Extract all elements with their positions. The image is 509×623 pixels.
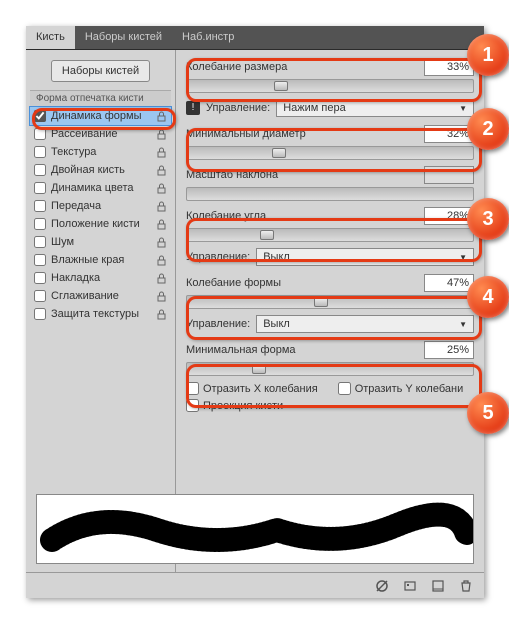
tilt-scale-label: Масштаб наклона [186, 169, 278, 181]
trash-icon[interactable] [458, 578, 474, 594]
size-jitter-value[interactable] [424, 58, 474, 76]
control-label: Управление: [206, 102, 270, 114]
sidebar-item-8[interactable]: Влажные края [30, 251, 171, 269]
tab-tools[interactable]: Наб.инстр [172, 26, 244, 49]
brush-projection-checkbox[interactable]: Проекция кисти [186, 399, 283, 412]
angle-jitter-slider[interactable] [186, 228, 474, 242]
callout-1: 1 [467, 34, 509, 76]
sidebar-item-2[interactable]: Текстура [30, 143, 171, 161]
tab-bar: Кисть Наборы кистей Наб.инстр [26, 26, 484, 50]
sidebar-item-5[interactable]: Передача [30, 197, 171, 215]
option-checkbox[interactable] [34, 236, 46, 248]
size-jitter-slider[interactable] [186, 79, 474, 93]
option-label: Рассеивание [51, 128, 151, 140]
callout-2: 2 [467, 108, 509, 150]
option-label: Передача [51, 200, 151, 212]
panel-footer [26, 572, 484, 598]
control-select-2[interactable]: Выкл▼ [256, 248, 474, 266]
sidebar-item-10[interactable]: Сглаживание [30, 287, 171, 305]
shape-header[interactable]: Форма отпечатка кисти [30, 90, 171, 107]
roundness-jitter-label: Колебание формы [186, 277, 281, 289]
sidebar-item-3[interactable]: Двойная кисть [30, 161, 171, 179]
option-checkbox[interactable] [34, 308, 46, 320]
callout-4: 4 [467, 276, 509, 318]
sidebar-item-4[interactable]: Динамика цвета [30, 179, 171, 197]
min-roundness-slider[interactable] [186, 362, 474, 376]
brush-panel: Кисть Наборы кистей Наб.инстр Наборы кис… [26, 26, 484, 598]
option-label: Положение кисти [51, 218, 151, 230]
option-label: Динамика цвета [51, 182, 151, 194]
option-checkbox[interactable] [34, 146, 46, 158]
control-select-3[interactable]: Выкл▼ [256, 315, 474, 333]
option-label: Динамика формы [51, 110, 151, 122]
min-diameter-slider[interactable] [186, 146, 474, 160]
option-checkbox[interactable] [34, 164, 46, 176]
control-label-2: Управление: [186, 251, 250, 263]
option-checkbox[interactable] [34, 200, 46, 212]
tilt-scale-value [424, 166, 474, 184]
sidebar-item-0[interactable]: Динамика формы [30, 107, 171, 125]
option-checkbox[interactable] [34, 218, 46, 230]
option-label: Шум [51, 236, 151, 248]
tilt-scale-slider [186, 187, 474, 201]
new-preset-icon[interactable] [402, 578, 418, 594]
roundness-jitter-slider[interactable] [186, 295, 474, 309]
option-label: Накладка [51, 272, 151, 284]
toggle-preview-icon[interactable] [374, 578, 390, 594]
min-diameter-label: Минимальный диаметр [186, 128, 306, 140]
sidebar-item-9[interactable]: Накладка [30, 269, 171, 287]
control-select-1[interactable]: Нажим пера▼ [276, 99, 474, 117]
option-checkbox[interactable] [34, 128, 46, 140]
roundness-jitter-value[interactable] [424, 274, 474, 292]
option-checkbox[interactable] [34, 110, 46, 122]
option-label: Сглаживание [51, 290, 151, 302]
sidebar-item-1[interactable]: Рассеивание [30, 125, 171, 143]
option-checkbox[interactable] [34, 290, 46, 302]
callout-3: 3 [467, 198, 509, 240]
option-checkbox[interactable] [34, 182, 46, 194]
option-label: Защита текстуры [51, 308, 151, 320]
option-label: Текстура [51, 146, 151, 158]
brush-presets-button[interactable]: Наборы кистей [51, 60, 150, 82]
sidebar-item-6[interactable]: Положение кисти [30, 215, 171, 233]
angle-jitter-label: Колебание угла [186, 210, 266, 222]
create-brush-icon[interactable] [430, 578, 446, 594]
control-label-3: Управление: [186, 318, 250, 330]
option-checkbox[interactable] [34, 272, 46, 284]
min-roundness-label: Минимальная форма [186, 344, 296, 356]
flip-x-checkbox[interactable]: Отразить X колебания [186, 382, 318, 395]
option-checkbox[interactable] [34, 254, 46, 266]
warning-icon: ! [186, 101, 200, 115]
tab-presets[interactable]: Наборы кистей [75, 26, 172, 49]
callout-5: 5 [467, 392, 509, 434]
option-label: Двойная кисть [51, 164, 151, 176]
min-roundness-value[interactable] [424, 341, 474, 359]
tab-brush[interactable]: Кисть [26, 26, 75, 49]
flip-y-checkbox[interactable]: Отразить Y колебани [338, 382, 464, 395]
brush-preview [36, 494, 474, 564]
option-label: Влажные края [51, 254, 151, 266]
sidebar-item-11[interactable]: Защита текстуры [30, 305, 171, 323]
size-jitter-label: Колебание размера [186, 61, 287, 73]
sidebar-item-7[interactable]: Шум [30, 233, 171, 251]
